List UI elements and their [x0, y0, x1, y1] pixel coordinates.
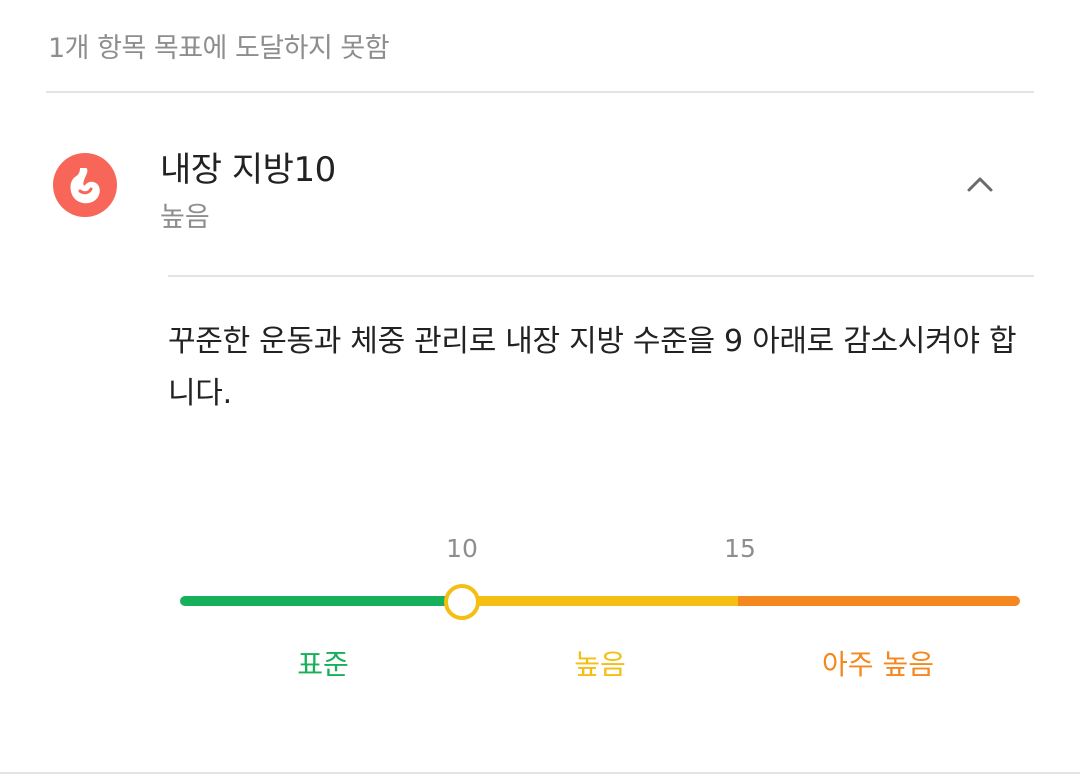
- zone-label-very-high: 아주 높음: [822, 648, 934, 681]
- range-segment-high: [460, 596, 740, 606]
- item-title: 내장 지방 10: [160, 142, 336, 191]
- threshold-label: 15: [724, 534, 756, 563]
- divider: [46, 91, 1034, 93]
- metric-name: 내장 지방: [160, 150, 294, 190]
- advice-text: 꾸준한 운동과 체중 관리로 내장 지방 수준을 9 아래로 감소시켜야 합니다…: [168, 324, 1017, 411]
- metric-value: 10: [293, 150, 336, 190]
- threshold-label: 10: [446, 534, 478, 563]
- divider: [168, 275, 1034, 277]
- current-value-marker: [444, 584, 480, 620]
- item-status: 높음: [160, 202, 210, 233]
- chevron-up-icon[interactable]: [960, 168, 1000, 200]
- zone-label-high: 높음: [574, 648, 626, 681]
- range-segment-standard: [180, 596, 465, 606]
- zone-label-standard: 표준: [297, 648, 349, 681]
- unmet-goals-summary: 1개 항목 목표에 도달하지 못함: [48, 33, 390, 64]
- divider: [0, 772, 1080, 774]
- stomach-icon: [53, 153, 117, 217]
- range-segment-very-high: [738, 596, 1020, 606]
